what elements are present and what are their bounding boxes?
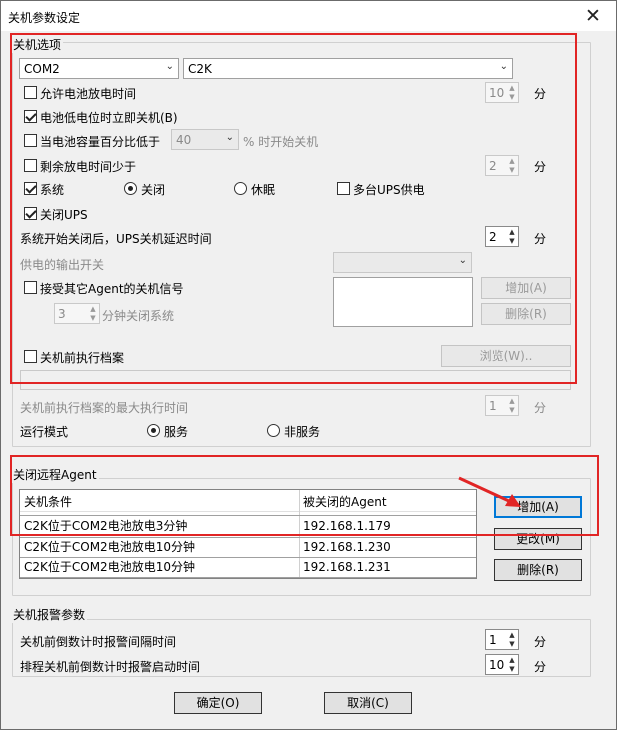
- countdown-start-stepper[interactable]: 10 ▲ ▼: [485, 654, 519, 675]
- system-label: 系统: [40, 183, 65, 197]
- sleep-radio-label: 休眠: [251, 183, 276, 197]
- spin-arrows-icon: ▲ ▼: [509, 631, 515, 648]
- column-header-agent[interactable]: 被关闭的Agent: [299, 492, 476, 512]
- modify-remote-agent-button[interactable]: 更改(M): [494, 528, 582, 550]
- table-row[interactable]: 192.168.1.231: [299, 557, 476, 577]
- multi-ups-label: 多台UPS供电: [353, 183, 425, 197]
- pre-shutdown-file-label: 关机前执行档案: [40, 351, 125, 365]
- window-title: 关机参数设定: [8, 11, 81, 25]
- agent-minutes-stepper[interactable]: 3 ▲ ▼: [54, 303, 100, 324]
- spin-arrows-icon: ▲ ▼: [509, 84, 515, 101]
- agent-minutes-suffix: 分钟关闭系统: [102, 309, 175, 323]
- chevron-down-icon: ⌄: [225, 132, 234, 143]
- max-exec-time-stepper[interactable]: 1 ▲ ▼: [485, 395, 519, 416]
- remaining-time-checkbox[interactable]: [24, 159, 37, 172]
- spin-arrows-icon: ▲ ▼: [509, 656, 515, 673]
- ups-delay-label: 系统开始关闭后，UPS关机延迟时间: [20, 232, 212, 246]
- minute-unit-label: 分: [534, 232, 547, 246]
- close-ups-checkbox[interactable]: [24, 207, 37, 220]
- accept-agent-label: 接受其它Agent的关机信号: [40, 282, 184, 296]
- chevron-down-icon: ⌄: [165, 61, 174, 72]
- spin-arrows-icon: ▲ ▼: [509, 157, 515, 174]
- service-radio-label: 服务: [164, 425, 189, 439]
- remote-agent-label: 关闭远程Agent: [11, 466, 99, 483]
- capacity-below-label: 当电池容量百分比低于: [40, 135, 161, 149]
- close-ups-label: 关闭UPS: [40, 208, 88, 222]
- ups-delay-stepper[interactable]: 2 ▲ ▼: [485, 226, 519, 247]
- pre-shutdown-file-checkbox[interactable]: [24, 350, 37, 363]
- remaining-time-label: 剩余放电时间少于: [40, 160, 137, 174]
- chevron-down-icon: ⌄: [499, 61, 508, 72]
- output-switch-label: 供电的输出开关: [20, 258, 105, 272]
- non-service-radio-label: 非服务: [284, 425, 321, 439]
- table-row[interactable]: C2K位于COM2电池放电10分钟: [20, 557, 299, 577]
- battery-low-label: 电池低电位时立即关机(B): [40, 111, 178, 125]
- allow-battery-time-stepper[interactable]: 10 ▲ ▼: [485, 82, 519, 103]
- minute-unit-label: 分: [534, 401, 547, 415]
- device-select[interactable]: C2K ⌄: [183, 58, 513, 79]
- delete-agent-button[interactable]: 删除(R): [481, 303, 571, 325]
- system-checkbox[interactable]: [24, 182, 37, 195]
- minute-unit-label: 分: [534, 660, 547, 674]
- spin-arrows-icon: ▲ ▼: [509, 397, 515, 414]
- minute-unit-label: 分: [534, 635, 547, 649]
- table-row[interactable]: C2K位于COM2电池放电10分钟: [20, 537, 299, 557]
- alarm-group-label: 关机报警参数: [11, 606, 88, 623]
- table-row[interactable]: C2K位于COM2电池放电3分钟: [20, 516, 299, 536]
- remaining-time-stepper[interactable]: 2 ▲ ▼: [485, 155, 519, 176]
- multi-ups-checkbox[interactable]: [337, 182, 350, 195]
- port-select[interactable]: COM2 ⌄: [19, 58, 179, 79]
- cancel-button[interactable]: 取消(C): [324, 692, 412, 714]
- add-agent-button[interactable]: 增加(A): [481, 277, 571, 299]
- countdown-interval-label: 关机前倒数计时报警间隔时间: [20, 635, 177, 649]
- output-switch-select[interactable]: ⌄: [333, 252, 472, 273]
- ok-button[interactable]: 确定(O): [174, 692, 262, 714]
- sleep-radio[interactable]: [234, 182, 247, 195]
- countdown-interval-stepper[interactable]: 1 ▲ ▼: [485, 629, 519, 650]
- capacity-suffix-label: % 时开始关机: [243, 135, 319, 149]
- battery-low-checkbox[interactable]: [24, 110, 37, 123]
- capacity-select[interactable]: 40 ⌄: [171, 129, 239, 150]
- capacity-below-checkbox[interactable]: [24, 134, 37, 147]
- close-radio-label: 关闭: [141, 183, 166, 197]
- chevron-down-icon: ⌄: [458, 255, 467, 266]
- spin-arrows-icon: ▲ ▼: [509, 228, 515, 245]
- allow-battery-time-label: 允许电池放电时间: [40, 87, 137, 101]
- annotation-arrow-icon: [458, 476, 521, 507]
- close-icon[interactable]: ✕: [576, 4, 610, 28]
- service-radio[interactable]: [147, 424, 160, 437]
- shutdown-options-label: 关机选项: [11, 36, 64, 53]
- remote-agent-table: 关机条件 被关闭的Agent C2K位于COM2电池放电3分钟 192.168.…: [19, 489, 477, 579]
- allow-battery-time-checkbox[interactable]: [24, 86, 37, 99]
- non-service-radio[interactable]: [267, 424, 280, 437]
- title-bar: 关机参数设定 ✕: [1, 1, 616, 31]
- accept-agent-checkbox[interactable]: [24, 281, 37, 294]
- column-header-condition[interactable]: 关机条件: [20, 492, 299, 512]
- run-mode-label: 运行模式: [20, 425, 69, 439]
- spin-arrows-icon: ▲ ▼: [90, 305, 96, 322]
- agent-list-box[interactable]: [333, 277, 473, 327]
- minute-unit-label: 分: [534, 87, 547, 101]
- table-row[interactable]: 192.168.1.179: [299, 516, 476, 536]
- max-exec-time-label: 关机前执行档案的最大执行时间: [20, 401, 189, 415]
- countdown-start-label: 排程关机前倒数计时报警启动时间: [20, 660, 201, 674]
- browse-button[interactable]: 浏览(W)..: [441, 345, 571, 367]
- delete-remote-agent-button[interactable]: 删除(R): [494, 559, 582, 581]
- minute-unit-label: 分: [534, 160, 547, 174]
- pre-shutdown-file-path[interactable]: [20, 370, 571, 390]
- close-radio[interactable]: [124, 182, 137, 195]
- table-row[interactable]: 192.168.1.230: [299, 537, 476, 557]
